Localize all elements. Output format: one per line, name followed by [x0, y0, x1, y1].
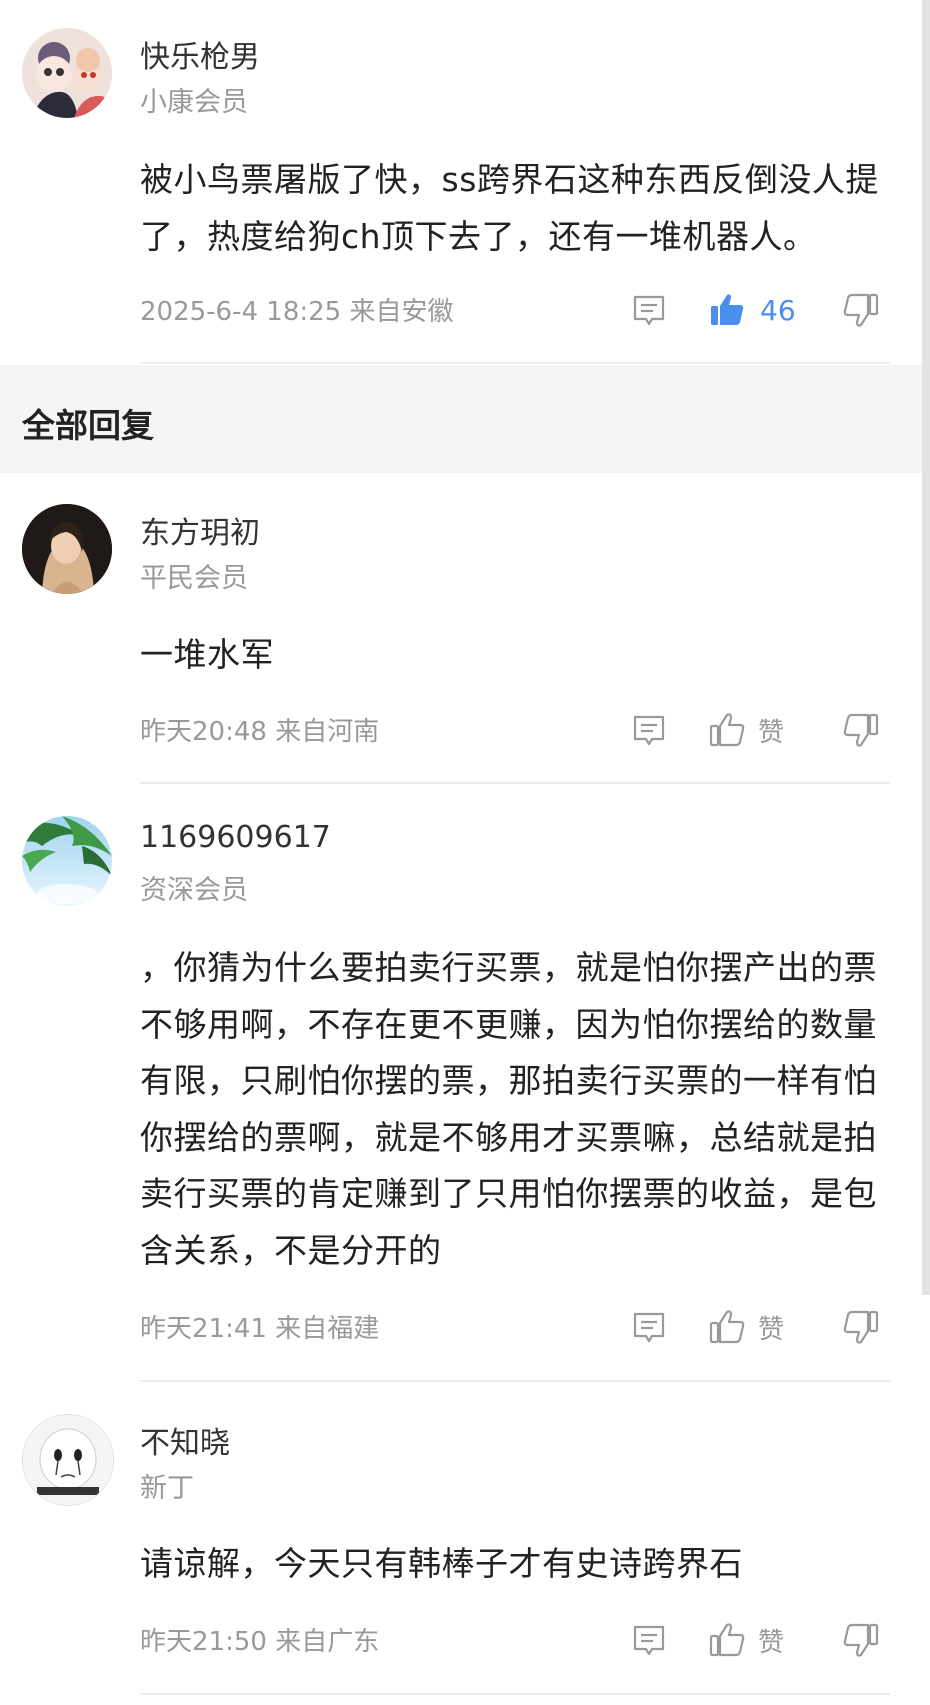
- section-header: 全部回复: [0, 365, 922, 473]
- comment-content: 请谅解，今天只有韩棒子才有史诗跨界石: [140, 1544, 743, 1583]
- comment-actions: 赞: [630, 1620, 900, 1660]
- thumbs-up-icon: [708, 1308, 746, 1346]
- dislike-button[interactable]: [842, 1620, 880, 1660]
- divider: [140, 782, 890, 784]
- thumbs-down-icon: [842, 291, 880, 329]
- like-label: 赞: [758, 1627, 785, 1658]
- section-title: 全部回复: [22, 406, 154, 445]
- username[interactable]: 快乐枪男: [140, 32, 260, 76]
- comment-content: 一堆水军: [140, 635, 274, 674]
- member-level: 小康会员: [140, 87, 248, 118]
- comment-content: 被小鸟票屠版了快，ss跨界石这种东西反倒没人提了，热度给狗ch顶下去了，还有一堆…: [140, 160, 879, 256]
- avatar[interactable]: [22, 28, 112, 118]
- divider: [140, 1380, 890, 1382]
- avatar[interactable]: [22, 504, 112, 594]
- avatar[interactable]: [22, 1414, 114, 1506]
- dislike-button[interactable]: [842, 290, 880, 330]
- divider: [140, 362, 890, 364]
- username[interactable]: 1169609617: [140, 820, 331, 855]
- thumbs-down-icon: [842, 1308, 880, 1346]
- reply-button[interactable]: [630, 290, 668, 330]
- comment-icon: [630, 291, 668, 329]
- like-label: 赞: [758, 1314, 785, 1345]
- thumbs-up-icon: [708, 291, 746, 329]
- reply-button[interactable]: [630, 1307, 668, 1347]
- reply-button[interactable]: [630, 710, 668, 750]
- member-level: 资深会员: [140, 875, 248, 906]
- divider: [140, 1693, 890, 1695]
- comment-icon: [630, 1308, 668, 1346]
- like-label: 赞: [758, 717, 785, 748]
- comment-icon: [630, 1621, 668, 1659]
- scrollbar[interactable]: [922, 0, 930, 1295]
- comment-meta: 昨天20:48 来自河南: [140, 717, 380, 747]
- comment-actions: 赞: [630, 710, 900, 750]
- dislike-button[interactable]: [842, 1307, 880, 1347]
- avatar[interactable]: [22, 816, 112, 906]
- thumbs-down-icon: [842, 1621, 880, 1659]
- thumbs-up-icon: [708, 711, 746, 749]
- username[interactable]: 不知晓: [140, 1418, 230, 1462]
- comment-actions: 赞: [630, 1307, 900, 1347]
- like-count: 46: [760, 293, 796, 327]
- comment-content: ，你猜为什么要拍卖行买票，就是怕你摆产出的票不够用啊，不存在更不更赚，因为怕你摆…: [140, 948, 877, 1270]
- username[interactable]: 东方玥初: [140, 508, 260, 552]
- comment-meta: 昨天21:41 来自福建: [140, 1314, 380, 1344]
- thumbs-up-icon: [708, 1621, 746, 1659]
- reply-button[interactable]: [630, 1620, 668, 1660]
- member-level: 新丁: [140, 1473, 194, 1504]
- comment-meta: 昨天21:50 来自广东: [140, 1627, 380, 1657]
- comment-meta: 2025-6-4 18:25 来自安徽: [140, 297, 454, 327]
- comment-actions: 46: [630, 290, 900, 330]
- member-level: 平民会员: [140, 563, 248, 594]
- comment-icon: [630, 711, 668, 749]
- thumbs-down-icon: [842, 711, 880, 749]
- like-button[interactable]: 46: [708, 290, 796, 330]
- like-button[interactable]: 赞: [708, 710, 784, 750]
- like-button[interactable]: 赞: [708, 1620, 784, 1660]
- like-button[interactable]: 赞: [708, 1307, 784, 1347]
- dislike-button[interactable]: [842, 710, 880, 750]
